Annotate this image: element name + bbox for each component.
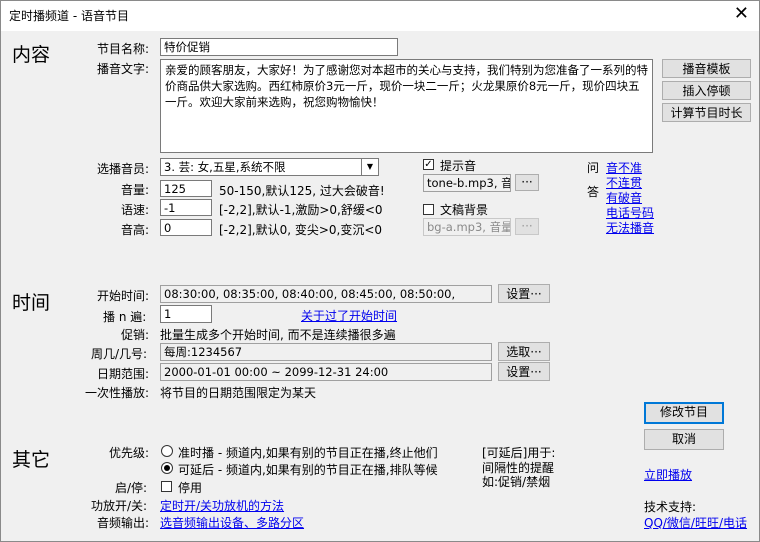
modify-program-button[interactable]: 修改节目 [644, 402, 724, 424]
date-range-field: 2000-01-01 00:00 ~ 2099-12-31 24:00 [160, 363, 492, 381]
chevron-down-icon[interactable]: ▼ [361, 159, 378, 175]
prompt-sound-checkbox[interactable]: ✓ [423, 159, 434, 170]
enable-label: 启/停: [115, 481, 148, 495]
qa-answer-label: 答 [587, 185, 600, 199]
prompt-sound-file: tone-b.mp3, 音 [423, 174, 511, 192]
priority-label: 优先级: [109, 446, 150, 460]
voice-label: 选播音员: [97, 162, 150, 176]
volume-input[interactable]: 125 [160, 180, 212, 197]
support-label: 技术支持: [644, 500, 697, 514]
weekday-pick-button[interactable]: 选取··· [498, 342, 550, 361]
promo-label: 促销: [121, 328, 150, 342]
broadcast-template-button[interactable]: 播音模板 [662, 59, 751, 78]
weekday-field: 每周:1234567 [160, 343, 492, 361]
broadcast-text-label: 播音文字: [97, 62, 150, 76]
weekday-label: 周几/几号: [91, 347, 148, 361]
section-title-time: 时间 [12, 292, 51, 314]
cancel-button[interactable]: 取消 [644, 429, 724, 450]
delay-note-3: 如:促销/禁烟 [482, 475, 551, 489]
program-name-label: 节目名称: [97, 42, 150, 56]
audio-output-label: 音频输出: [97, 516, 150, 530]
calc-length-button[interactable]: 计算节目时长 [662, 103, 751, 122]
priority-ontime-radio[interactable] [161, 445, 173, 457]
support-link[interactable]: QQ/微信/旺旺/电话 [644, 514, 747, 531]
insert-pause-button[interactable]: 插入停顿 [662, 81, 751, 100]
promo-text: 批量生成多个开始时间, 而不是连续播很多遍 [160, 328, 396, 342]
dialog-window: 定时播频道 - 语音节目 ✕ 内容 节目名称: 特价促销 播音文字: 亲爱的顾客… [0, 0, 760, 542]
speed-label: 语速: [121, 203, 150, 217]
volume-label: 音量: [121, 183, 150, 197]
faq-link-cannot-play[interactable]: 无法播音 [606, 219, 654, 236]
pitch-input[interactable]: 0 [160, 219, 212, 236]
speed-input[interactable]: -1 [160, 199, 212, 216]
disable-checkbox-label: 停用 [178, 481, 203, 495]
section-title-content: 内容 [12, 44, 51, 66]
start-time-label: 开始时间: [97, 289, 150, 303]
voice-select[interactable]: 3. 芸: 女,五星,系统不限 ▼ [160, 158, 379, 176]
window-title: 定时播频道 - 语音节目 [9, 9, 129, 23]
close-icon[interactable]: ✕ [734, 4, 749, 24]
speed-hint: [-2,2],默认-1,激励>0,舒缓<0 [219, 203, 383, 217]
start-time-set-button[interactable]: 设置··· [498, 284, 550, 303]
past-start-time-link[interactable]: 关于过了开始时间 [301, 307, 397, 324]
amp-link[interactable]: 定时开/关功放机的方法 [160, 497, 284, 514]
section-title-other: 其它 [12, 449, 51, 471]
play-now-link[interactable]: 立即播放 [644, 466, 692, 483]
repeat-label: 播 n 遍: [103, 310, 147, 324]
voice-select-value: 3. 芸: 女,五星,系统不限 [164, 160, 286, 174]
start-time-field: 08:30:00, 08:35:00, 08:40:00, 08:45:00, … [160, 285, 492, 303]
date-range-label: 日期范围: [97, 367, 150, 381]
title-bar: 定时播频道 - 语音节目 ✕ [1, 1, 759, 31]
disable-checkbox[interactable] [161, 481, 172, 492]
one-time-text: 将节目的日期范围限定为某天 [160, 386, 317, 400]
program-name-input[interactable]: 特价促销 [160, 38, 398, 56]
priority-delay-radio[interactable] [161, 462, 173, 474]
pitch-hint: [-2,2],默认0, 变尖>0,变沉<0 [219, 223, 383, 237]
date-range-set-button[interactable]: 设置··· [498, 362, 550, 381]
bg-checkbox[interactable] [423, 204, 434, 215]
pitch-label: 音高: [121, 223, 150, 237]
bg-label: 文稿背景 [440, 203, 489, 217]
amp-label: 功放开/关: [91, 499, 148, 513]
broadcast-text-area[interactable]: 亲爱的顾客朋友，大家好！为了感谢您对本超市的关心与支持，我们特别为您准备了一系列… [160, 59, 653, 153]
repeat-input[interactable]: 1 [160, 305, 212, 323]
volume-hint: 50-150,默认125, 过大会破音! [219, 184, 385, 198]
priority-delay-label: 可延后 - 频道内,如果有别的节目正在播,排队等候 [178, 463, 438, 477]
priority-ontime-label: 准时播 - 频道内,如果有别的节目正在播,终止他们 [178, 446, 438, 460]
qa-question-label: 问 [587, 161, 600, 175]
one-time-label: 一次性播放: [85, 386, 150, 400]
bg-file: bg-a.mp3, 音量 [423, 218, 511, 236]
bg-browse-button: ··· [515, 218, 539, 235]
audio-output-link[interactable]: 选音频输出设备、多路分区 [160, 514, 304, 531]
prompt-sound-browse-button[interactable]: ··· [515, 174, 539, 191]
prompt-sound-label: 提示音 [440, 159, 477, 173]
